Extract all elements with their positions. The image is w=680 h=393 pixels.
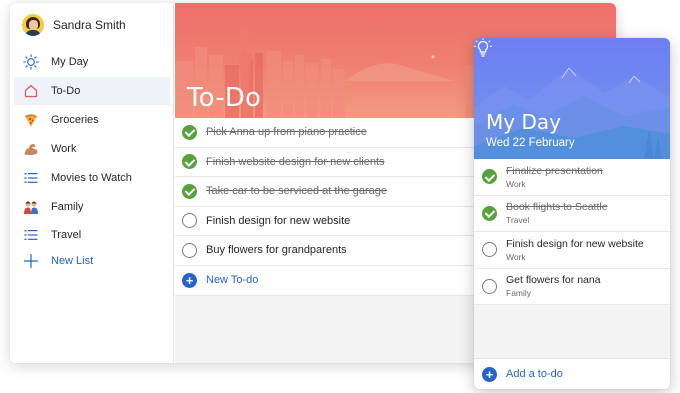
task-list-name: Travel (506, 215, 530, 226)
sidebar-item-label: To-Do (51, 85, 81, 97)
task-list-name: Family (506, 288, 532, 299)
sidebar-item-work[interactable]: Work (14, 135, 170, 163)
my-day-card: My Day Wed 22 February Finalize presenta… (474, 38, 670, 389)
my-day-title: My Day (486, 110, 561, 134)
my-day-task-row[interactable]: Get flowers for nana Family (474, 268, 670, 305)
completed-checkbox[interactable] (482, 169, 497, 185)
task-title: Finish design for new website (206, 214, 351, 227)
list-icon (23, 227, 39, 243)
my-day-date: Wed 22 February (486, 137, 575, 149)
user-name: Sandra Smith (53, 18, 126, 32)
avatar (22, 14, 44, 36)
sidebar-item-family[interactable]: Family (14, 193, 170, 221)
my-day-header-banner: My Day Wed 22 February (474, 38, 670, 159)
task-title: Pick Anna up from piano practice (206, 126, 367, 139)
completed-checkbox[interactable] (182, 183, 197, 199)
user-profile[interactable]: Sandra Smith (22, 14, 126, 36)
add-a-todo-label: Add a to-do (506, 368, 563, 380)
sidebar-item-label: Groceries (51, 114, 99, 126)
list-icon (23, 170, 39, 186)
task-title: Book flights to Seattle (506, 201, 608, 214)
sidebar-item-movies-to-watch[interactable]: Movies to Watch (14, 164, 170, 192)
task-checkbox[interactable] (182, 213, 197, 229)
add-a-todo-button[interactable]: + Add a to-do (474, 358, 670, 389)
new-list-label: New List (51, 255, 94, 267)
pizza-emoji-icon (23, 112, 39, 128)
task-list-name: Work (506, 251, 526, 262)
task-title: Finish design for new website (506, 237, 644, 250)
flexed-arm-emoji-icon (23, 141, 39, 157)
task-checkbox[interactable] (482, 242, 497, 258)
new-todo-label: New To-do (206, 274, 259, 286)
task-checkbox[interactable] (182, 242, 197, 258)
my-day-task-row[interactable]: Finalize presentation Work (474, 159, 670, 196)
task-title: Buy flowers for grandparents (206, 244, 347, 257)
completed-checkbox[interactable] (182, 154, 197, 170)
sidebar-item-my-day[interactable]: My Day (14, 48, 170, 76)
sidebar-item-label: My Day (51, 56, 89, 68)
lightbulb-icon[interactable] (474, 38, 492, 58)
family-emoji-icon (23, 199, 39, 215)
sidebar-item-to-do[interactable]: To-Do (14, 77, 170, 105)
plus-icon (23, 253, 39, 269)
completed-checkbox[interactable] (182, 124, 197, 140)
sidebar-item-label: Travel (51, 229, 82, 241)
sidebar-item-label: Movies to Watch (51, 172, 132, 184)
my-day-task-row[interactable]: Book flights to Seattle Travel (474, 195, 670, 232)
sidebar-item-travel[interactable]: Travel (14, 221, 170, 249)
sidebar: Sandra Smith My Day To-Do Groceries Work (10, 3, 174, 363)
house-icon (23, 83, 39, 99)
sidebar-item-label: Work (51, 143, 77, 155)
new-list-button[interactable]: New List (14, 247, 170, 275)
task-title: Finalize presentation (506, 164, 603, 177)
task-checkbox[interactable] (482, 278, 497, 294)
task-title: Take car to be serviced at the garage (206, 185, 387, 198)
add-icon: + (182, 272, 197, 288)
task-list-name: Work (506, 178, 526, 189)
add-icon: + (482, 366, 497, 382)
sidebar-item-label: Family (51, 201, 84, 213)
list-title: To-Do (187, 83, 262, 113)
my-day-task-row[interactable]: Finish design for new website Work (474, 232, 670, 269)
completed-checkbox[interactable] (482, 205, 497, 221)
task-title: Finish website design for new clients (206, 155, 385, 168)
sidebar-item-groceries[interactable]: Groceries (14, 106, 170, 134)
sun-icon (23, 54, 39, 70)
task-title: Get flowers for nana (506, 274, 601, 287)
my-day-task-list: Finalize presentation Work Book flights … (474, 159, 670, 305)
